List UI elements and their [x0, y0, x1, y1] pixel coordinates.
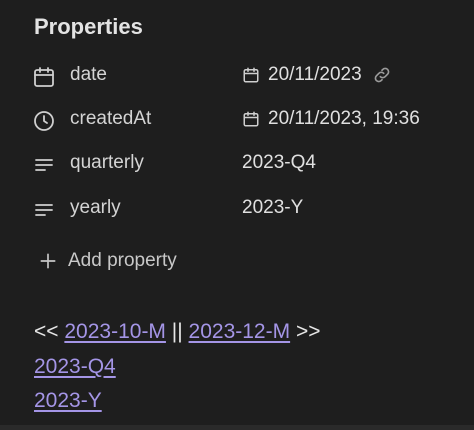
prev-month-link[interactable]: 2023-10-M	[64, 320, 166, 343]
calendar-icon	[32, 65, 56, 89]
nav-separator: ||	[171, 320, 183, 343]
nav-suffix: >>	[295, 320, 321, 343]
calendar-icon	[242, 110, 260, 128]
property-value-quarterly[interactable]: 2023-Q4	[242, 152, 316, 174]
link-icon[interactable]	[372, 65, 392, 85]
clock-icon	[32, 109, 56, 133]
nav-prefix: <<	[34, 320, 59, 343]
property-value-date[interactable]: 20/11/2023	[242, 64, 392, 86]
calendar-icon	[242, 66, 260, 84]
datetime-value-text: 20/11/2023, 19:36	[268, 108, 420, 129]
property-row-quarterly[interactable]: quarterly 2023-Q4	[0, 143, 474, 187]
property-value-yearly[interactable]: 2023-Y	[242, 197, 303, 219]
period-navigation: << 2023-10-M || 2023-12-M >>	[34, 320, 320, 344]
property-row-yearly[interactable]: yearly 2023-Y	[0, 188, 474, 232]
property-label-createdat[interactable]: createdAt	[70, 108, 151, 130]
add-property-button[interactable]: Add property	[38, 248, 177, 274]
quarter-link[interactable]: 2023-Q4	[34, 355, 116, 379]
text-lines-icon	[32, 198, 56, 222]
date-value-text: 20/11/2023	[268, 64, 362, 85]
next-month-link[interactable]: 2023-12-M	[189, 320, 291, 343]
text-lines-icon	[32, 153, 56, 177]
property-value-createdat[interactable]: 20/11/2023, 19:36	[242, 108, 420, 130]
year-link[interactable]: 2023-Y	[34, 389, 102, 413]
property-row-createdat[interactable]: createdAt 20/11/2023, 19:36	[0, 99, 474, 143]
property-label-yearly[interactable]: yearly	[70, 197, 121, 219]
properties-heading: Properties	[34, 14, 143, 39]
plus-icon	[38, 251, 58, 271]
bottom-divider	[0, 425, 474, 430]
add-property-label: Add property	[68, 250, 177, 271]
property-label-quarterly[interactable]: quarterly	[70, 152, 144, 174]
property-row-date[interactable]: date 20/11/2023	[0, 55, 474, 99]
property-label-date[interactable]: date	[70, 64, 107, 86]
